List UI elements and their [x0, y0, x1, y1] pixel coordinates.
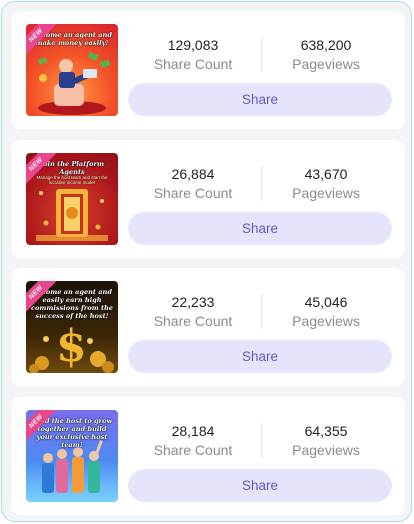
promo-thumbnail[interactable]: Become an agent and make money easily! N…: [26, 24, 118, 116]
share-count-stat: 129,083 Share Count: [128, 36, 258, 73]
pageviews-stat: 45,046 Pageviews: [261, 293, 391, 330]
pageviews-value: 638,200: [300, 37, 352, 53]
share-count-value: 28,184: [171, 422, 215, 439]
pageviews-stat: 64,355 Pageviews: [261, 422, 391, 459]
share-count-label: Share Count: [153, 313, 233, 329]
share-count-label: Share Count: [153, 56, 233, 72]
share-card: Join the Platform Agents Manage the host…: [11, 139, 405, 258]
thumbnail-subtitle: Manage the host team and start the lucra…: [36, 174, 108, 186]
share-count-value: 26,884: [171, 165, 215, 182]
pageviews-stat: 638,200 Pageviews: [261, 36, 391, 73]
pageviews-label: Pageviews: [292, 184, 360, 201]
share-button[interactable]: Share: [128, 468, 392, 502]
share-count-label: Share Count: [153, 184, 233, 201]
promo-thumbnail[interactable]: Lead the host to grow together and build…: [26, 409, 118, 502]
pageviews-label: Pageviews: [292, 441, 360, 458]
svg-text:$: $: [56, 321, 87, 372]
pageviews-label: Pageviews: [292, 313, 360, 329]
pageviews-value: 45,046: [304, 294, 348, 310]
share-button[interactable]: Share: [128, 340, 392, 373]
pageviews-value: 43,670: [304, 165, 348, 182]
pageviews-label: Pageviews: [292, 56, 360, 72]
pageviews-value: 64,355: [304, 422, 348, 439]
share-count-value: 22,233: [171, 294, 215, 310]
promo-thumbnail[interactable]: Join the Platform Agents Manage the host…: [26, 152, 118, 245]
share-count-stat: 26,884 Share Count: [128, 165, 258, 202]
share-count-value: 129,083: [167, 37, 219, 53]
share-count-stat: 28,184 Share Count: [128, 422, 258, 459]
share-card: Lead the host to grow together and build…: [11, 396, 405, 515]
share-button[interactable]: Share: [128, 211, 392, 245]
promo-thumbnail[interactable]: $ Become an agent and easily earn high c…: [26, 281, 118, 373]
share-card: $ Become an agent and easily earn high c…: [11, 268, 405, 386]
share-button[interactable]: Share: [128, 83, 392, 116]
share-list: Become an agent and make money easily! N…: [1, 1, 412, 522]
share-count-stat: 22,233 Share Count: [128, 293, 258, 330]
share-card: Become an agent and make money easily! N…: [11, 11, 405, 129]
pageviews-stat: 43,670 Pageviews: [261, 165, 391, 202]
share-count-label: Share Count: [153, 441, 233, 458]
